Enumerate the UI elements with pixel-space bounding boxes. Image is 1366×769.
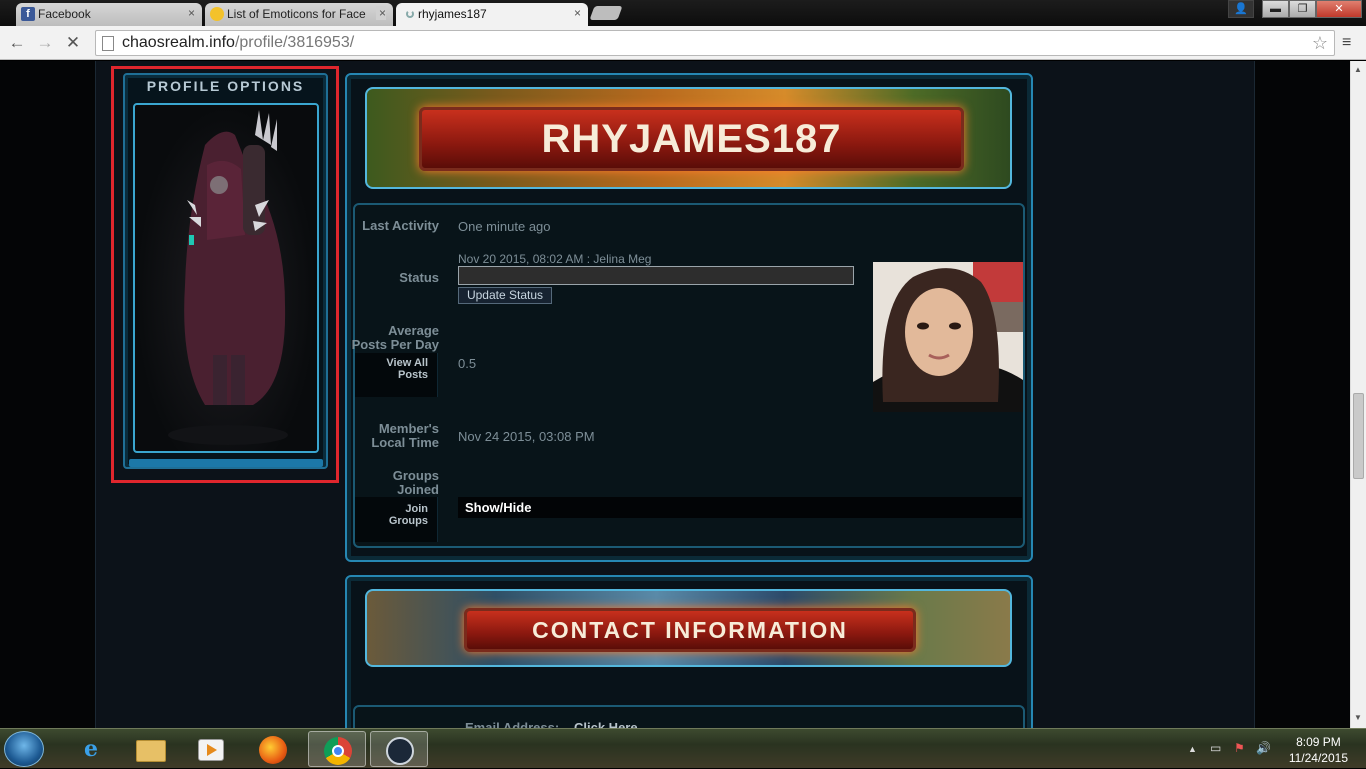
back-button[interactable]: ←	[6, 32, 28, 54]
media-player-icon[interactable]	[184, 731, 238, 767]
action-center-icon[interactable]: ⚑	[1234, 741, 1245, 755]
tab-rhyjames187[interactable]: rhyjames187 ×	[396, 3, 588, 26]
profile-avatar[interactable]	[873, 262, 1023, 412]
file-explorer-icon[interactable]	[124, 731, 178, 767]
smiley-icon	[210, 7, 224, 21]
tab-facebook[interactable]: f Facebook ×	[16, 3, 202, 26]
status-value: Nov 20 2015, 08:02 AM : Jelina Meg	[458, 252, 652, 266]
address-bar[interactable]: chaosrealm.info/profile/3816953/ ☆	[95, 30, 1335, 56]
browser-toolbar: ← → ✕ chaosrealm.info/profile/3816953/ ☆…	[0, 26, 1366, 60]
web-page: PROFILE OPTIONS RHYJAMES187 Last Activit…	[0, 61, 1350, 728]
last-activity-label: Last Activity	[362, 218, 439, 233]
join-groups-line-2: Groups	[388, 515, 428, 527]
contact-plate: CONTACT INFORMATION	[464, 608, 916, 652]
avg-posts-value: 0.5	[458, 356, 477, 371]
page-scrollbar[interactable]: ▲ ▼	[1350, 61, 1366, 728]
firefox-icon[interactable]	[246, 731, 300, 767]
update-status-button[interactable]: Update Status	[458, 287, 552, 304]
user-icon[interactable]: 👤	[1228, 0, 1254, 18]
username-banner: RHYJAMES187	[365, 87, 1012, 189]
join-groups-button[interactable]: Join Groups	[355, 497, 438, 542]
groups-label-2: Joined	[397, 482, 439, 497]
selection-highlight	[111, 66, 339, 483]
clock-time: 8:09 PM	[1296, 735, 1341, 749]
scroll-down-icon[interactable]: ▼	[1354, 713, 1362, 722]
contact-banner: CONTACT INFORMATION	[365, 589, 1012, 667]
browser-titlebar: f Facebook × List of Emoticons for Face …	[0, 0, 1366, 26]
stop-button[interactable]: ✕	[62, 32, 84, 54]
close-window-button[interactable]: ✕	[1316, 0, 1362, 18]
email-label: Email Address:	[465, 720, 560, 728]
contact-inner-panel	[353, 705, 1025, 728]
network-icon[interactable]: ▭	[1210, 741, 1221, 755]
address-path: /profile/3816953/	[234, 34, 355, 51]
windows-taskbar: e ▲ ▭ ⚑ 🔊 8:09 PM 11/24/2015	[0, 728, 1366, 768]
tab-title: rhyjames187	[418, 7, 487, 21]
local-time-value: Nov 24 2015, 03:08 PM	[458, 429, 595, 444]
status-label: Status	[399, 270, 439, 285]
tab-emoticons[interactable]: List of Emoticons for Face ×	[205, 3, 393, 26]
local-time-label-2: Local Time	[371, 435, 439, 450]
local-time-label-1: Member's	[378, 421, 439, 436]
volume-icon[interactable]: 🔊	[1256, 741, 1271, 755]
forward-button[interactable]: →	[34, 32, 56, 54]
menu-icon[interactable]: ≡	[1342, 34, 1351, 52]
view-all-posts-line-1: View All	[386, 357, 428, 369]
start-button[interactable]	[4, 731, 44, 767]
bookmark-star-icon[interactable]: ☆	[1312, 31, 1328, 55]
clock-date: 11/24/2015	[1288, 751, 1348, 765]
page-icon	[102, 36, 114, 51]
view-all-posts-line-2: Posts	[398, 369, 428, 381]
scroll-up-icon[interactable]: ▲	[1354, 65, 1362, 74]
email-link[interactable]: Click Here	[574, 720, 638, 728]
view-all-posts-button[interactable]: View All Posts	[355, 353, 438, 397]
new-tab-button[interactable]	[589, 6, 623, 20]
loading-icon	[406, 10, 414, 18]
tab-close-icon[interactable]: ×	[188, 6, 195, 20]
tab-title: Facebook	[38, 7, 91, 21]
avatar-photo	[873, 262, 1023, 412]
address-host: chaosrealm.info	[122, 34, 235, 51]
internet-explorer-icon[interactable]: e	[64, 731, 118, 767]
tab-close-icon[interactable]: ×	[574, 6, 581, 20]
system-tray: ▲ ▭ ⚑ 🔊 8:09 PM 11/24/2015	[1184, 729, 1366, 769]
username-plate: RHYJAMES187	[419, 107, 964, 171]
join-groups-line-1: Join	[405, 503, 428, 515]
groups-label-1: Groups	[392, 468, 439, 483]
chrome-icon[interactable]	[308, 731, 366, 767]
status-input[interactable]	[458, 266, 854, 285]
show-hidden-icons[interactable]: ▲	[1188, 744, 1197, 754]
system-clock[interactable]: 8:09 PM 11/24/2015	[1289, 734, 1348, 766]
groups-toggle[interactable]: Show/Hide	[458, 497, 1022, 518]
username-title: RHYJAMES187	[541, 117, 842, 161]
scrollbar-thumb[interactable]	[1353, 393, 1364, 479]
avg-posts-label-2: Posts Per Day	[351, 337, 439, 352]
contact-title: CONTACT INFORMATION	[532, 617, 848, 643]
minimize-button[interactable]: ▬	[1262, 0, 1289, 18]
tab-close-icon[interactable]: ×	[375, 6, 386, 20]
avg-posts-label-1: Average	[388, 323, 439, 338]
show-hide-toggle[interactable]: Show/Hide	[465, 500, 531, 515]
maximize-button[interactable]: ❐	[1289, 0, 1316, 18]
facebook-icon: f	[21, 7, 35, 21]
tab-title: List of Emoticons for Face	[227, 7, 366, 21]
last-activity-value: One minute ago	[458, 219, 551, 234]
steam-icon[interactable]	[370, 731, 428, 767]
